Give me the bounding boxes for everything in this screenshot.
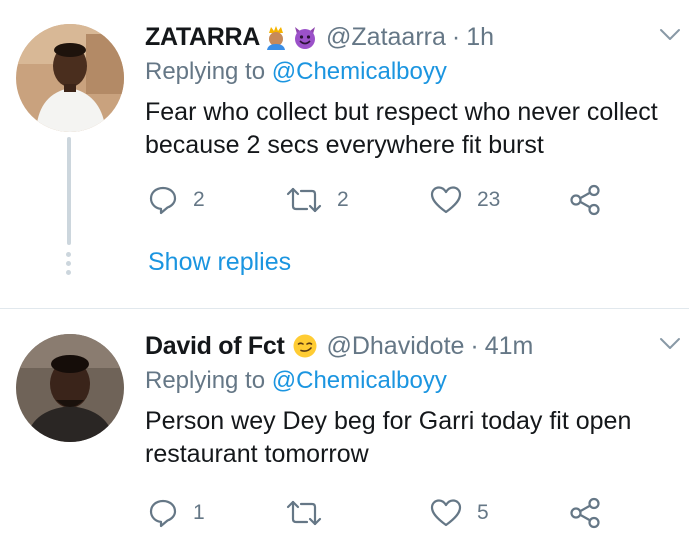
reply-icon xyxy=(149,186,177,215)
replying-to: Replying to @Chemicalboyy xyxy=(145,58,447,86)
separator-dot: · xyxy=(470,331,479,360)
separator-dot: · xyxy=(451,22,461,51)
handle[interactable]: @Dhavidote xyxy=(326,332,464,361)
heart-icon xyxy=(430,499,462,527)
share-icon xyxy=(570,497,600,529)
reply-count: 1 xyxy=(193,501,205,524)
mention-link[interactable]: @Chemicalboyy xyxy=(272,58,447,85)
avatar[interactable] xyxy=(16,24,124,132)
like-count: 23 xyxy=(477,188,501,211)
thread-dots xyxy=(66,252,72,279)
mention-link[interactable]: @Chemicalboyy xyxy=(272,367,447,394)
action-bar: 2 2 23 xyxy=(145,182,615,218)
display-name[interactable]: David of Fct xyxy=(145,332,285,361)
retweet-button[interactable]: 2 xyxy=(285,182,349,218)
heart-icon xyxy=(430,186,462,214)
share-icon xyxy=(570,184,600,216)
chevron-down-icon[interactable] xyxy=(659,337,681,351)
timestamp[interactable]: 41m xyxy=(485,332,534,361)
chevron-down-icon[interactable] xyxy=(659,28,681,42)
prince-emoji xyxy=(263,24,289,50)
reply-button[interactable]: 1 xyxy=(147,495,205,531)
replying-prefix: Replying to xyxy=(145,367,266,394)
tweet-header: David of Fct @Dhavidote · 41m xyxy=(145,329,533,363)
timestamp[interactable]: 1h xyxy=(466,23,494,52)
action-bar: 1 5 xyxy=(145,495,615,531)
tweet[interactable]: David of Fct @Dhavidote · 41m Replying t… xyxy=(0,309,689,540)
share-button[interactable] xyxy=(568,495,602,531)
retweet-button[interactable] xyxy=(285,495,337,531)
tweet-header: ZATARRA @Zataarra · 1h xyxy=(145,20,494,54)
handle[interactable]: @Zataarra xyxy=(326,23,446,52)
share-button[interactable] xyxy=(568,182,602,218)
smirking-face-emoji xyxy=(292,333,318,359)
tweet[interactable]: ZATARRA @Zataarra · 1h Replying to @Chem… xyxy=(0,0,689,308)
replying-prefix: Replying to xyxy=(145,58,266,85)
smiling-devil-emoji xyxy=(292,24,318,50)
tweet-text: Fear who collect but respect who never c… xyxy=(145,98,658,159)
reply-icon xyxy=(149,499,177,528)
like-button[interactable]: 23 xyxy=(429,182,500,218)
reply-count: 2 xyxy=(193,188,205,211)
thread-line xyxy=(67,137,71,245)
replying-to: Replying to @Chemicalboyy xyxy=(145,367,447,395)
like-count: 5 xyxy=(477,501,489,524)
avatar[interactable] xyxy=(16,334,124,442)
retweet-icon xyxy=(286,187,322,213)
retweet-count: 2 xyxy=(337,188,349,211)
retweet-icon xyxy=(286,500,322,526)
tweet-text: Person wey Dey beg for Garri today fit o… xyxy=(145,407,632,468)
display-name[interactable]: ZATARRA xyxy=(145,23,260,52)
like-button[interactable]: 5 xyxy=(429,495,489,531)
reply-button[interactable]: 2 xyxy=(147,182,205,218)
show-replies-link[interactable]: Show replies xyxy=(148,248,291,277)
